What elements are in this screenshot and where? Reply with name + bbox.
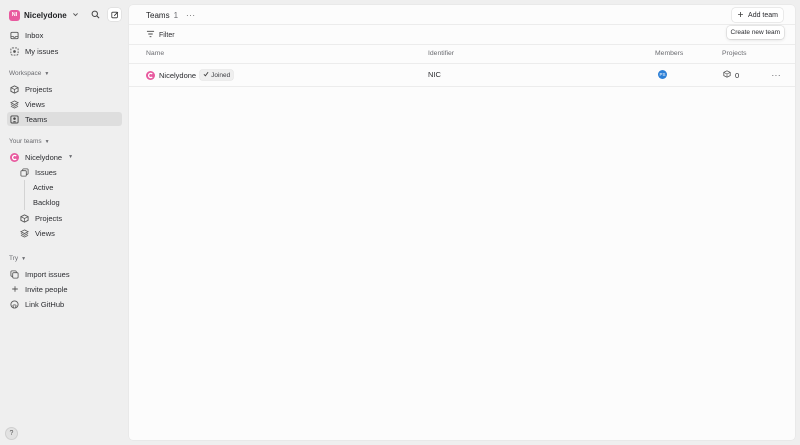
caret-down-icon: ▼: [44, 70, 50, 77]
team-avatar-icon: [10, 152, 19, 162]
nav-item-label: Projects: [25, 84, 53, 94]
more-options-icon[interactable]: ···: [186, 11, 196, 20]
team-item-projects[interactable]: Projects: [17, 211, 122, 225]
page-title: Teams 1 ···: [146, 11, 196, 20]
nav-item-label: Import issues: [25, 269, 70, 279]
nav-item-label: Backlog: [33, 197, 60, 207]
caret-down-icon: ▼: [21, 255, 27, 262]
nav-item-views[interactable]: Views: [7, 97, 122, 111]
nav-item-label: Active: [33, 182, 54, 192]
team-item-active[interactable]: Active: [30, 180, 122, 194]
column-header-identifier[interactable]: Identifier: [428, 50, 454, 57]
team-name: Nicelydone: [25, 152, 63, 162]
table-header: Name Identifier Members Projects: [129, 45, 795, 64]
section-label: Your teams: [9, 138, 42, 145]
team-name-cell: Nicelydone Joined: [146, 70, 234, 80]
section-label: Workspace: [9, 70, 42, 77]
nav-item-teams[interactable]: Teams: [7, 112, 122, 126]
team-item-backlog[interactable]: Backlog: [30, 195, 122, 209]
nav-item-label: Invite people: [25, 284, 68, 294]
page-header: Teams 1 ··· Add team: [129, 5, 795, 25]
joined-badge: Joined: [200, 70, 234, 80]
column-header-name[interactable]: Name: [146, 50, 164, 57]
projects-cell: 0: [723, 70, 739, 80]
teams-icon: [10, 114, 19, 124]
filter-button[interactable]: Filter: [146, 30, 175, 40]
try-item-invite-people[interactable]: Invite people: [7, 282, 122, 296]
table-row[interactable]: Nicelydone Joined NIC PS 0 ···: [129, 64, 795, 87]
add-team-button[interactable]: Add team: [732, 8, 783, 22]
workspace-section-toggle[interactable]: Workspace ▼: [9, 70, 49, 77]
workspace-name: Nicelydone: [24, 10, 67, 20]
projects-count: 0: [735, 70, 740, 80]
try-section-toggle[interactable]: Try ▼: [9, 255, 26, 262]
nav-item-label: Views: [35, 228, 55, 238]
nav-item-projects[interactable]: Projects: [7, 82, 122, 96]
check-icon: [203, 71, 209, 79]
github-icon: [10, 299, 19, 309]
add-team-label: Add team: [748, 11, 778, 19]
plus-icon: [737, 11, 744, 20]
nav-item-label: Views: [25, 99, 45, 109]
filter-label: Filter: [159, 31, 175, 39]
nav-item-inbox[interactable]: Inbox: [7, 28, 122, 42]
section-label: Try: [9, 255, 19, 262]
search-icon[interactable]: [89, 8, 102, 21]
main-panel: Teams 1 ··· Add team Create new team Fil…: [129, 5, 795, 440]
joined-label: Joined: [211, 71, 231, 79]
avatar[interactable]: PS: [658, 70, 667, 79]
team-item-issues[interactable]: Issues: [17, 165, 122, 179]
page-title-text: Teams: [146, 11, 170, 20]
views-icon: [20, 228, 29, 238]
column-header-projects[interactable]: Projects: [722, 50, 747, 57]
import-icon: [10, 269, 19, 279]
filter-bar: Filter: [129, 25, 795, 45]
tree-line: [24, 180, 25, 210]
projects-icon: [10, 84, 19, 94]
members-cell: PS: [658, 70, 667, 79]
try-item-link-github[interactable]: Link GitHub: [7, 297, 122, 311]
views-icon: [10, 99, 19, 109]
nav-item-label: My issues: [25, 46, 59, 56]
nav-item-my-issues[interactable]: My issues: [7, 44, 122, 58]
workspace-switcher[interactable]: NI Nicelydone: [9, 8, 79, 22]
team-nicelydone[interactable]: Nicelydone ▼: [7, 150, 122, 164]
team-name: Nicelydone: [159, 70, 197, 80]
your-teams-section-toggle[interactable]: Your teams ▼: [9, 138, 50, 145]
team-item-views[interactable]: Views: [17, 226, 122, 240]
my-issues-icon: [10, 46, 19, 56]
chevron-down-icon: [72, 11, 79, 20]
projects-icon: [723, 70, 731, 80]
caret-down-icon: ▼: [44, 138, 50, 145]
nav-item-label: Teams: [25, 114, 48, 124]
nav-item-label: Projects: [35, 213, 63, 223]
issues-icon: [20, 167, 29, 177]
filter-icon: [146, 30, 155, 40]
column-header-members[interactable]: Members: [655, 50, 683, 57]
try-item-import-issues[interactable]: Import issues: [7, 267, 122, 281]
help-button[interactable]: ?: [5, 427, 18, 440]
identifier-cell: NIC: [428, 70, 441, 79]
team-count: 1: [173, 11, 179, 20]
inbox-icon: [10, 31, 19, 40]
caret-down-icon: ▼: [68, 154, 74, 160]
nav-item-label: Issues: [35, 167, 57, 177]
row-more-options-icon[interactable]: ···: [772, 71, 782, 80]
sidebar: NI Nicelydone Inbox My issues Workspace …: [0, 0, 129, 445]
workspace-avatar: NI: [9, 9, 20, 21]
compose-icon[interactable]: [108, 8, 121, 21]
projects-icon: [20, 213, 29, 223]
nav-item-label: Link GitHub: [25, 299, 65, 309]
nav-item-label: Inbox: [25, 30, 44, 40]
plus-icon: [10, 285, 19, 294]
team-avatar-icon: [146, 70, 155, 80]
